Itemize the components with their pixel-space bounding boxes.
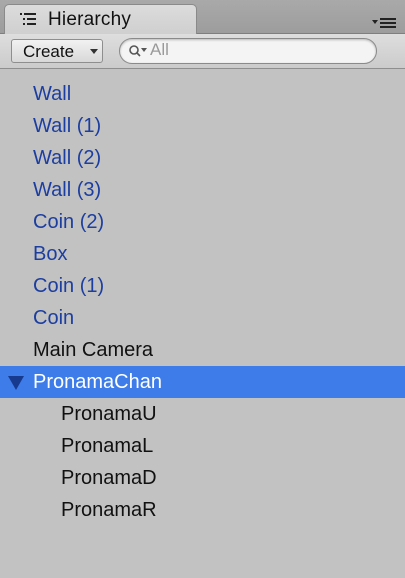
tree-item-label: PronamaR <box>61 499 157 521</box>
search-dropdown-icon[interactable] <box>128 44 148 58</box>
hierarchy-tree: Wall Wall (1) Wall (2) Wall (3) Coin (2)… <box>0 78 405 526</box>
hierarchy-list-icon <box>20 13 36 25</box>
tree-item-box[interactable]: Box <box>0 238 405 270</box>
tree-item-label: Wall (2) <box>33 147 102 169</box>
tree-item-label: Wall <box>33 83 72 105</box>
tree-item-label: Coin <box>33 307 75 329</box>
tree-item-label: Box <box>33 243 68 265</box>
tree-item-pronamal[interactable]: PronamaL <box>0 430 405 462</box>
tree-item-main-camera[interactable]: Main Camera <box>0 334 405 366</box>
tree-item-coin-2[interactable]: Coin (2) <box>0 206 405 238</box>
tree-item-label: PronamaU <box>61 403 157 425</box>
tree-item-coin[interactable]: Coin <box>0 302 405 334</box>
create-button[interactable]: Create <box>11 39 103 63</box>
create-button-label: Create <box>23 42 75 61</box>
tab-title: Hierarchy <box>48 9 132 30</box>
tab-bar: Hierarchy <box>0 0 405 34</box>
tree-item-wall-2[interactable]: Wall (2) <box>0 142 405 174</box>
search-field[interactable] <box>119 38 377 64</box>
hierarchy-toolbar: Create <box>0 34 405 69</box>
panel-menu-icon[interactable] <box>371 16 397 30</box>
tree-item-pronamau[interactable]: PronamaU <box>0 398 405 430</box>
tree-item-pronamachan[interactable]: PronamaChan <box>0 366 405 398</box>
tree-item-label: Wall (3) <box>33 179 102 201</box>
tree-item-wall-1[interactable]: Wall (1) <box>0 110 405 142</box>
tab-hierarchy[interactable]: Hierarchy <box>4 4 197 34</box>
foldout-expanded-icon[interactable] <box>8 376 24 390</box>
tree-item-label: PronamaL <box>61 435 154 457</box>
tree-item-label: Coin (1) <box>33 275 105 297</box>
tree-item-label: Wall (1) <box>33 115 102 137</box>
tree-item-coin-1[interactable]: Coin (1) <box>0 270 405 302</box>
tree-item-label: Coin (2) <box>33 211 105 233</box>
tree-item-wall[interactable]: Wall <box>0 78 405 110</box>
tree-item-label: PronamaD <box>61 467 157 489</box>
search-input[interactable] <box>150 40 350 60</box>
tree-item-wall-3[interactable]: Wall (3) <box>0 174 405 206</box>
tree-item-pronamar[interactable]: PronamaR <box>0 494 405 526</box>
tree-item-label: PronamaChan <box>33 371 162 393</box>
tree-item-pronamad[interactable]: PronamaD <box>0 462 405 494</box>
tree-item-label: Main Camera <box>33 339 154 361</box>
chevron-down-icon <box>90 49 98 54</box>
